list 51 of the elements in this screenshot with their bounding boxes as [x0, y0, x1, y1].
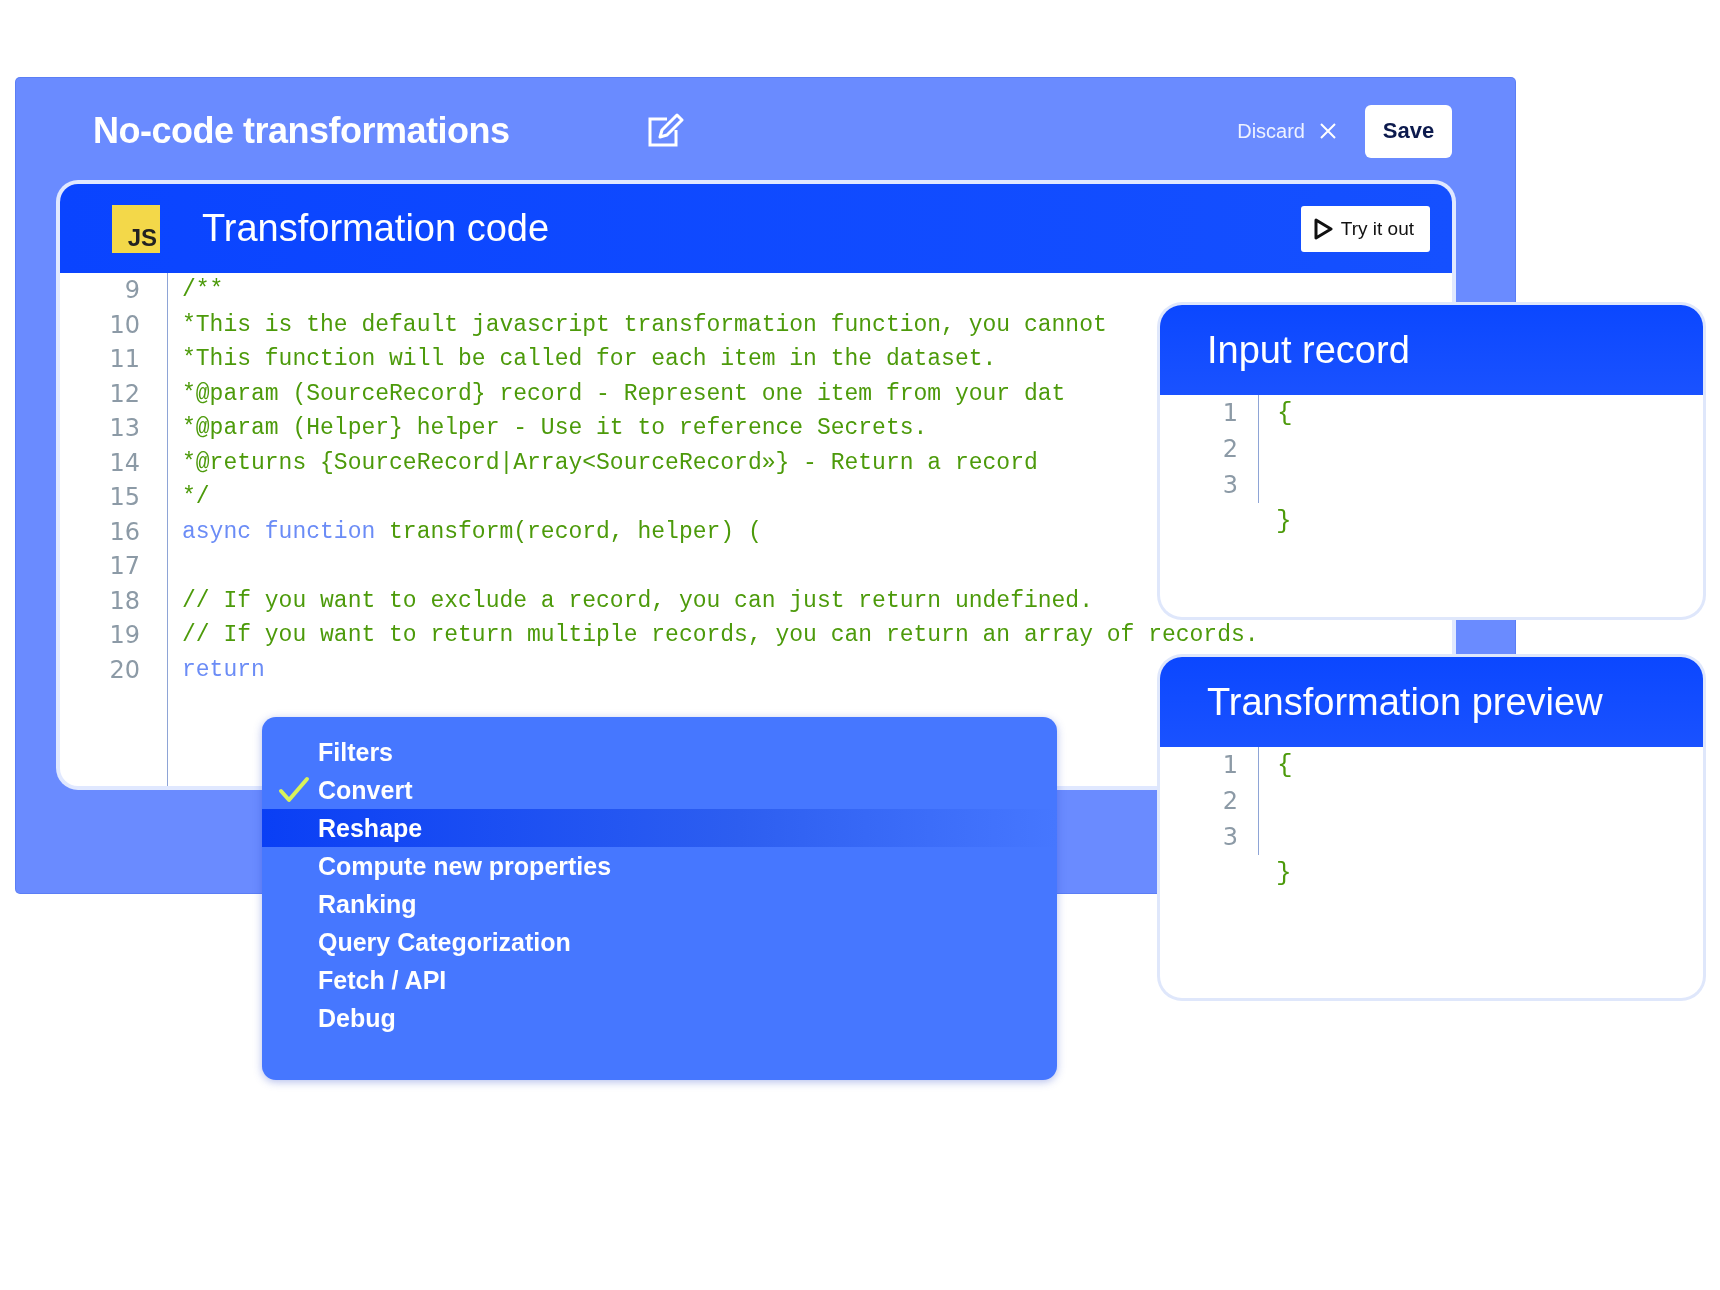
code-line: // If you want to return multiple records, you can return an array of records. — [182, 621, 1259, 650]
line-number: 3 — [1221, 822, 1238, 853]
line-number: 17 — [108, 551, 140, 582]
try-it-out-button[interactable]: Try it out — [1300, 205, 1430, 252]
code-line: */ — [182, 483, 210, 512]
menu-item[interactable]: Filters — [262, 733, 1057, 771]
line-number: 3 — [1221, 470, 1238, 501]
editor-title: Transformation code — [202, 207, 550, 250]
js-logo: JS — [112, 204, 160, 253]
line-number: 19 — [108, 620, 140, 651]
code-line: // If you want to exclude a record, you can just return undefined. — [182, 586, 1093, 616]
discard-button[interactable]: Discard — [1237, 119, 1337, 143]
close-icon — [1319, 122, 1337, 140]
menu-item[interactable]: Fetch / API — [262, 961, 1057, 999]
panel-title: Transformation preview — [1207, 680, 1603, 724]
line-number: 15 — [108, 482, 140, 513]
code-line: *@param (SourceRecord} record - Represent one item from your dat — [182, 379, 1066, 409]
menu-item[interactable]: Ranking — [262, 885, 1057, 923]
code-line: *@returns {SourceRecord|Array<SourceRecord»} - Return a record — [182, 448, 1038, 478]
play-icon — [1312, 217, 1333, 240]
code-line: } — [1275, 857, 1292, 890]
line-number: 11 — [108, 344, 140, 375]
line-number: 14 — [108, 447, 140, 479]
menu-item[interactable]: Query Categorization — [262, 923, 1057, 961]
menu-item[interactable]: Compute new properties — [262, 847, 1057, 885]
line-number: 9 — [123, 275, 140, 306]
line-number: 10 — [108, 309, 140, 341]
line-number: 16 — [108, 516, 140, 548]
code-line: { — [1276, 749, 1293, 782]
line-number: 2 — [1221, 786, 1238, 817]
line-number: 2 — [1221, 434, 1238, 465]
line-number: 1 — [1221, 750, 1238, 781]
code-line: *@param (Helper} helper - Use it to reference Secrets. — [182, 414, 928, 443]
menu-item[interactable]: Debug — [262, 999, 1057, 1037]
code-line: } — [1275, 505, 1292, 538]
line-number: 13 — [108, 413, 140, 444]
panel-title: Input record — [1207, 328, 1410, 372]
window-title: No-code transformations — [93, 110, 510, 152]
line-number: 1 — [1221, 398, 1238, 429]
code-line: { — [1276, 397, 1293, 430]
line-number: 18 — [108, 585, 140, 617]
line-number: 20 — [108, 654, 140, 686]
code-line: *This function will be called for each item in the dataset. — [182, 345, 997, 374]
save-button[interactable]: Save — [1365, 104, 1452, 158]
menu-item[interactable]: Reshape — [262, 809, 1057, 847]
code-line: /** — [182, 276, 224, 305]
code-line: *This is the default javascript transformation function, you cannot — [182, 310, 1107, 340]
code-line: async function transform(record, helper) ( — [182, 517, 762, 547]
code-line: return — [182, 655, 265, 685]
menu-item[interactable]: Convert — [262, 771, 1057, 809]
line-number: 12 — [108, 378, 140, 410]
